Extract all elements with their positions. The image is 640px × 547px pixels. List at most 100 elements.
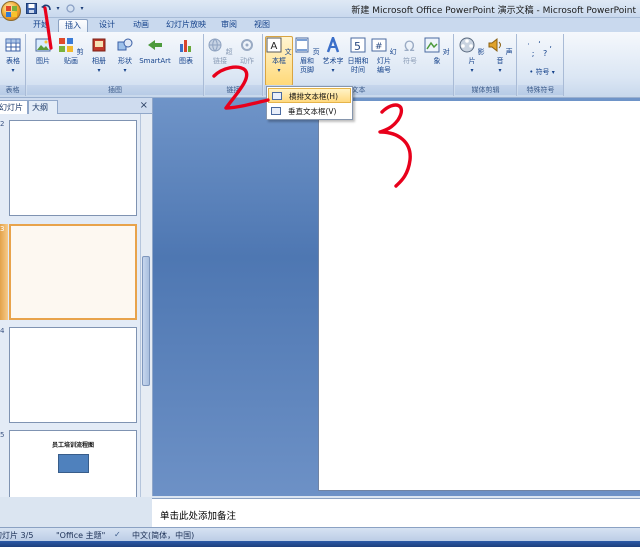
photo-album-icon bbox=[92, 38, 106, 52]
save-icon[interactable] bbox=[25, 3, 37, 15]
svg-text:5: 5 bbox=[354, 40, 361, 53]
calendar-icon: 5 bbox=[350, 37, 366, 53]
object-button[interactable]: 对象 bbox=[424, 37, 450, 66]
sound-button[interactable]: 声音 ▾ bbox=[487, 37, 513, 75]
slide-thumbnail-3[interactable] bbox=[9, 224, 137, 320]
table-button[interactable]: 表格 ▾ bbox=[2, 37, 24, 75]
group-label-illustrations: 插图 bbox=[27, 85, 203, 95]
shapes-icon bbox=[117, 38, 133, 51]
speaker-icon bbox=[488, 37, 502, 53]
thumb-number: 4 bbox=[0, 327, 5, 335]
undo-dropdown-icon[interactable]: ▾ bbox=[55, 3, 61, 15]
clipart-icon bbox=[59, 38, 74, 52]
tab-insert[interactable]: 插入 bbox=[58, 19, 88, 33]
slide-thumbnail-4[interactable] bbox=[9, 327, 137, 423]
group-illustrations: 图片 剪贴画 相册 ▾ 形状 ▾ SmartArt 图表 插图 bbox=[27, 34, 204, 96]
film-reel-icon bbox=[459, 37, 475, 53]
tab-slideshow[interactable]: 幻灯片放映 bbox=[160, 18, 212, 32]
header-footer-icon bbox=[295, 37, 309, 53]
notes-placeholder: 单击此处添加备注 bbox=[160, 511, 237, 522]
chart-button[interactable]: 图表 bbox=[174, 37, 198, 66]
close-icon[interactable]: × bbox=[140, 100, 148, 111]
textbox-dropdown-menu: 横排文本框(H) 垂直文本框(V) bbox=[266, 86, 353, 120]
object-icon bbox=[424, 37, 440, 53]
title-bar: ▾ ▾ 新建 Microsoft Office PowerPoint 演示文稿 … bbox=[0, 0, 640, 18]
taskbar bbox=[0, 541, 640, 547]
group-label-links: 链接 bbox=[205, 85, 262, 95]
special-symbol-palette[interactable]: · ‘ ,; ? bbox=[522, 40, 560, 58]
undo-icon[interactable] bbox=[40, 3, 52, 15]
thumbnail-title: 员工培训流程图 bbox=[51, 442, 94, 449]
omega-icon: Ω bbox=[404, 39, 415, 55]
redo-icon[interactable] bbox=[64, 3, 76, 15]
thumb-number: 5 bbox=[0, 431, 5, 439]
chart-icon bbox=[180, 40, 191, 52]
clipart-button[interactable]: 剪贴画 bbox=[58, 37, 84, 66]
slide-thumbnail-5[interactable]: 员工培训流程图 bbox=[9, 430, 137, 497]
svg-text:A: A bbox=[271, 41, 278, 52]
action-icon bbox=[241, 39, 253, 51]
chevron-down-icon[interactable]: ▾ bbox=[79, 3, 85, 15]
action-button[interactable]: 动作 bbox=[235, 37, 259, 66]
tab-home[interactable]: 开始 bbox=[26, 18, 56, 32]
photo-album-button[interactable]: 相册 ▾ bbox=[87, 37, 111, 75]
symbol-bullet-icon: • bbox=[529, 68, 534, 76]
wordart-icon bbox=[326, 34, 340, 53]
thumbnail-shape bbox=[58, 454, 89, 473]
group-special-symbols: · ‘ ,; ? • 符号 ▾ 特殊符号 bbox=[518, 34, 564, 96]
status-bar: 幻灯片 3/5 "Office 主题" ✓ 中文(简体，中国) bbox=[0, 527, 640, 541]
special-symbol-button[interactable]: • 符号 ▾ bbox=[524, 68, 560, 77]
vertical-textbox-icon bbox=[271, 107, 281, 115]
tab-view[interactable]: 视图 bbox=[248, 18, 276, 32]
slide-thumbnails: 2 3 4 5 员工培训流程图 bbox=[0, 114, 140, 497]
textbox-button[interactable]: A 文本框 ▾ bbox=[265, 36, 293, 86]
header-footer-button[interactable]: 页眉和 页脚 bbox=[294, 37, 320, 75]
office-button[interactable] bbox=[1, 1, 21, 21]
smartart-icon bbox=[148, 40, 162, 50]
shapes-button[interactable]: 形状 ▾ bbox=[113, 37, 137, 75]
slide-thumbnail-2[interactable] bbox=[9, 120, 137, 216]
quick-access-toolbar: ▾ ▾ bbox=[25, 2, 85, 16]
picture-button[interactable]: 图片 bbox=[31, 37, 55, 66]
window-title: 新建 Microsoft Office PowerPoint 演示文稿 - Mi… bbox=[351, 6, 636, 16]
tab-design[interactable]: 设计 bbox=[92, 18, 122, 32]
symbol-button[interactable]: Ω 符号 bbox=[398, 37, 422, 66]
status-language: 中文(简体，中国) bbox=[132, 531, 195, 540]
horizontal-textbox-icon bbox=[272, 92, 282, 100]
tab-outline[interactable]: 大纲 bbox=[28, 100, 58, 114]
current-slide[interactable] bbox=[318, 101, 640, 491]
office-logo-icon bbox=[6, 6, 17, 17]
selection-marker bbox=[0, 224, 8, 320]
globe-icon bbox=[208, 38, 222, 52]
menu-item-vertical-textbox[interactable]: 垂直文本框(V) bbox=[268, 104, 351, 119]
tab-slides[interactable]: 幻灯片 bbox=[0, 100, 28, 114]
group-label-tables: 表格 bbox=[0, 85, 25, 95]
svg-text:Ω: Ω bbox=[404, 39, 415, 53]
slides-panel-tabs: 幻灯片 大纲 × bbox=[0, 98, 152, 114]
group-label-special-symbols: 特殊符号 bbox=[518, 85, 563, 95]
textbox-icon: A bbox=[266, 37, 282, 53]
tab-review[interactable]: 审阅 bbox=[215, 18, 243, 32]
group-media: 影片 ▾ 声音 ▾ 媒体剪辑 bbox=[455, 34, 517, 96]
tab-animations[interactable]: 动画 bbox=[126, 18, 156, 32]
menu-item-horizontal-textbox[interactable]: 横排文本框(H) bbox=[268, 88, 351, 103]
slide-number-button[interactable]: # 幻灯片 编号 bbox=[371, 37, 397, 75]
svg-text:#: # bbox=[375, 42, 383, 52]
wordart-button[interactable]: 艺术字 ▾ bbox=[321, 34, 345, 75]
picture-icon bbox=[35, 38, 51, 52]
slide-number-icon: # bbox=[371, 38, 387, 52]
hyperlink-button[interactable]: 超链接 bbox=[207, 37, 233, 66]
datetime-button[interactable]: 5 日期和 时间 bbox=[346, 37, 370, 75]
notes-pane[interactable]: 单击此处添加备注 bbox=[152, 498, 640, 527]
scrollbar-thumb[interactable] bbox=[142, 256, 150, 386]
thumb-number: 3 bbox=[0, 225, 5, 233]
group-label-media: 媒体剪辑 bbox=[455, 85, 516, 95]
thumb-number: 2 bbox=[0, 120, 5, 128]
ribbon-tabs: 开始 插入 设计 动画 幻灯片放映 审阅 视图 bbox=[0, 18, 640, 33]
group-links: 超链接 动作 链接 bbox=[205, 34, 263, 96]
status-slide-count: 幻灯片 3/5 bbox=[0, 531, 34, 540]
spellcheck-icon[interactable]: ✓ bbox=[114, 530, 121, 539]
status-theme: "Office 主题" bbox=[56, 531, 106, 540]
movie-button[interactable]: 影片 ▾ bbox=[459, 37, 485, 75]
smartart-button[interactable]: SmartArt bbox=[139, 37, 171, 66]
